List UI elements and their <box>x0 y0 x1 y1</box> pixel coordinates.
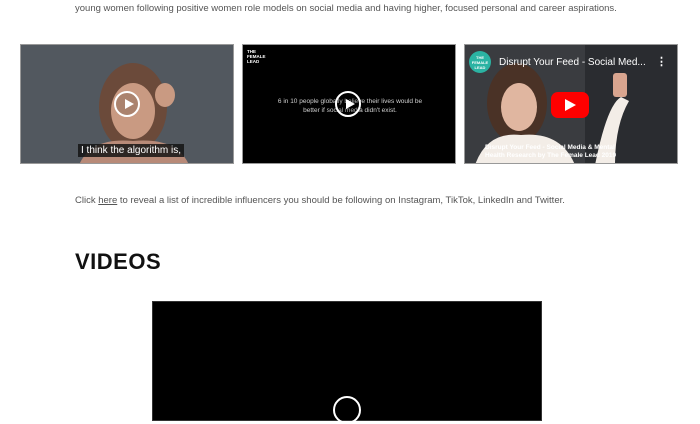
click-prefix: Click <box>75 195 99 206</box>
play-icon[interactable] <box>114 91 140 117</box>
video-caption: I think the algorithm is, <box>78 144 185 157</box>
video-thumbnail-1[interactable]: I think the algorithm is, <box>20 44 234 164</box>
female-lead-logo: THE FEMALE LEAD <box>247 49 266 64</box>
overlay-line-2: Health Research by The Female Lead 2019 <box>485 152 617 159</box>
youtube-video-title[interactable]: Disrupt Your Feed - Social Med... <box>499 57 646 68</box>
more-vert-icon[interactable]: ⋮ <box>656 55 667 68</box>
influencers-line: Click here to reveal a list of incredibl… <box>75 195 565 206</box>
video-thumbnail-3[interactable]: THE FEMALE LEAD Disrupt Your Feed - Soci… <box>464 44 678 164</box>
video-overlay-text: Disrupt Your Feed - Social Media & Menta… <box>485 144 616 160</box>
overlay-line-1: Disrupt Your Feed - Social Media & Menta… <box>485 144 615 151</box>
videos-heading: VIDEOS <box>75 249 162 274</box>
video-thumbnail-2[interactable]: THE FEMALE LEAD 6 in 10 people globally be… <box>242 44 456 164</box>
play-icon[interactable] <box>333 396 361 424</box>
click-suffix: to reveal a list of incredible influence… <box>117 195 565 206</box>
intro-paragraph: young women following positive women rol… <box>75 2 617 14</box>
main-video-player[interactable] <box>152 301 542 424</box>
play-icon[interactable] <box>335 91 361 117</box>
here-link[interactable]: here <box>98 195 117 206</box>
female-lead-logo[interactable]: THE FEMALE LEAD <box>469 51 491 73</box>
youtube-play-icon[interactable] <box>551 92 589 118</box>
